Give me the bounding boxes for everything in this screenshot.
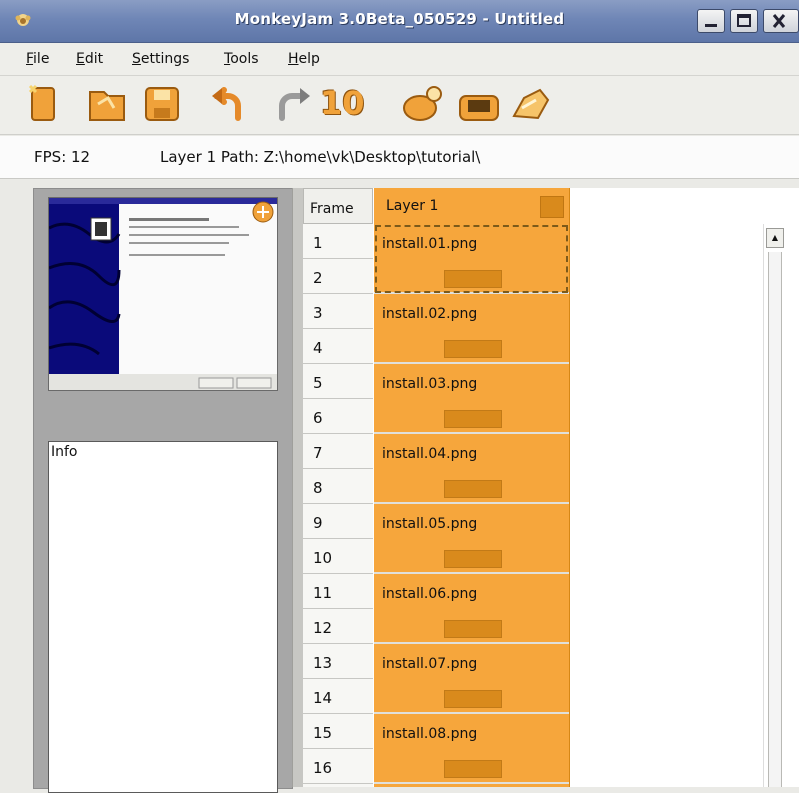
minimize-icon (705, 24, 717, 27)
layer-cell[interactable]: install.01.png (374, 224, 569, 294)
layer-cell[interactable]: install.05.png (374, 504, 569, 574)
cell-filename: install.02.png (382, 306, 478, 322)
layer-cell[interactable]: install.08.png (374, 714, 569, 784)
frame-preview (48, 197, 278, 391)
count-label: 10 (320, 84, 365, 122)
timesheet-grid: Frame Layer 1 1 2 3 4 5 6 7 8 9 10 11 12 13 14 15 16 in… (303, 188, 799, 787)
fps-readout: FPS: 12 (34, 148, 91, 166)
frame-number-column: 1 2 3 4 5 6 7 8 9 10 11 12 13 14 15 16 (303, 224, 373, 787)
info-label: Info (51, 444, 78, 460)
export-icon[interactable] (508, 82, 554, 126)
undo-icon[interactable] (208, 82, 254, 126)
capture-icon[interactable] (400, 82, 446, 126)
frame-row[interactable]: 8 (303, 469, 373, 504)
info-box[interactable]: Info (48, 441, 278, 793)
hold-frame-bar[interactable] (444, 340, 502, 358)
cell-filename: install.01.png (382, 236, 478, 252)
menu-edit[interactable]: Edit (76, 51, 103, 67)
layer-cell[interactable]: install.02.png (374, 294, 569, 364)
hold-frame-bar[interactable] (444, 760, 502, 778)
frame-row[interactable]: 13 (303, 644, 373, 679)
count-button[interactable]: 10 (318, 82, 366, 126)
scroll-up-button[interactable]: ▲ (766, 228, 784, 248)
frame-row[interactable]: 3 (303, 294, 373, 329)
close-icon (772, 14, 786, 28)
menu-file[interactable]: File (26, 51, 49, 67)
scroll-track[interactable] (768, 252, 782, 787)
layer-column: install.01.png install.02.png install.03.p… (374, 224, 570, 787)
frame-column-header[interactable]: Frame (303, 188, 373, 224)
layer-path: Layer 1 Path: Z:\home\vk\Desktop\tutoria… (160, 148, 481, 166)
vertical-scrollbar[interactable]: ▲ (763, 224, 788, 787)
frame-row[interactable]: 1 (303, 224, 373, 259)
layer-cell[interactable]: install.07.png (374, 644, 569, 714)
camera-icon[interactable] (456, 82, 502, 126)
redo-icon[interactable] (268, 82, 314, 126)
layer-color-swatch[interactable] (540, 196, 564, 218)
maximize-button[interactable] (730, 9, 758, 33)
maximize-icon (737, 14, 751, 27)
frame-row[interactable]: 10 (303, 539, 373, 574)
cell-filename: install.07.png (382, 656, 478, 672)
frame-row[interactable]: 5 (303, 364, 373, 399)
layer-name: Layer 1 (386, 198, 439, 214)
title-bar[interactable]: MonkeyJam 3.0Beta_050529 - Untitled (0, 0, 799, 43)
minimize-button[interactable] (697, 9, 725, 33)
new-icon[interactable] (22, 82, 68, 126)
frame-row[interactable]: 11 (303, 574, 373, 609)
frame-row[interactable]: 9 (303, 504, 373, 539)
frame-row[interactable]: 16 (303, 749, 373, 784)
hold-frame-bar[interactable] (444, 550, 502, 568)
cell-filename: install.08.png (382, 726, 478, 742)
frame-row[interactable]: 12 (303, 609, 373, 644)
hold-frame-bar[interactable] (444, 480, 502, 498)
hold-frame-bar[interactable] (444, 270, 502, 288)
hold-frame-bar[interactable] (444, 410, 502, 428)
menu-tools[interactable]: Tools (224, 51, 259, 67)
open-icon[interactable] (84, 82, 130, 126)
cell-filename: install.06.png (382, 586, 478, 602)
menu-help[interactable]: Help (288, 51, 320, 67)
frame-row[interactable]: 2 (303, 259, 373, 294)
menu-settings[interactable]: Settings (132, 51, 189, 67)
window-title: MonkeyJam 3.0Beta_050529 - Untitled (234, 10, 565, 28)
left-panel: Info (33, 188, 293, 793)
frame-row[interactable]: 15 (303, 714, 373, 749)
hold-frame-bar[interactable] (444, 690, 502, 708)
cell-filename: install.03.png (382, 376, 478, 392)
cell-filename: install.05.png (382, 516, 478, 532)
frame-row[interactable]: 14 (303, 679, 373, 714)
frame-row[interactable]: 4 (303, 329, 373, 364)
close-button[interactable] (763, 9, 799, 33)
layer-cell[interactable]: install.06.png (374, 574, 569, 644)
frame-row[interactable]: 6 (303, 399, 373, 434)
menu-bar: File Edit Settings Tools Help (0, 43, 799, 76)
layer-header[interactable]: Layer 1 (374, 188, 570, 224)
save-icon[interactable] (140, 82, 186, 126)
layer-cell[interactable]: install.03.png (374, 364, 569, 434)
toolbar: 10 (0, 76, 799, 135)
layer-cell[interactable]: install.04.png (374, 434, 569, 504)
frame-row[interactable]: 7 (303, 434, 373, 469)
hold-frame-bar[interactable] (444, 620, 502, 638)
preview-thumbnail (49, 198, 277, 390)
cell-filename: install.04.png (382, 446, 478, 462)
status-info-bar: FPS: 12 Layer 1 Path: Z:\home\vk\Desktop… (0, 136, 799, 179)
